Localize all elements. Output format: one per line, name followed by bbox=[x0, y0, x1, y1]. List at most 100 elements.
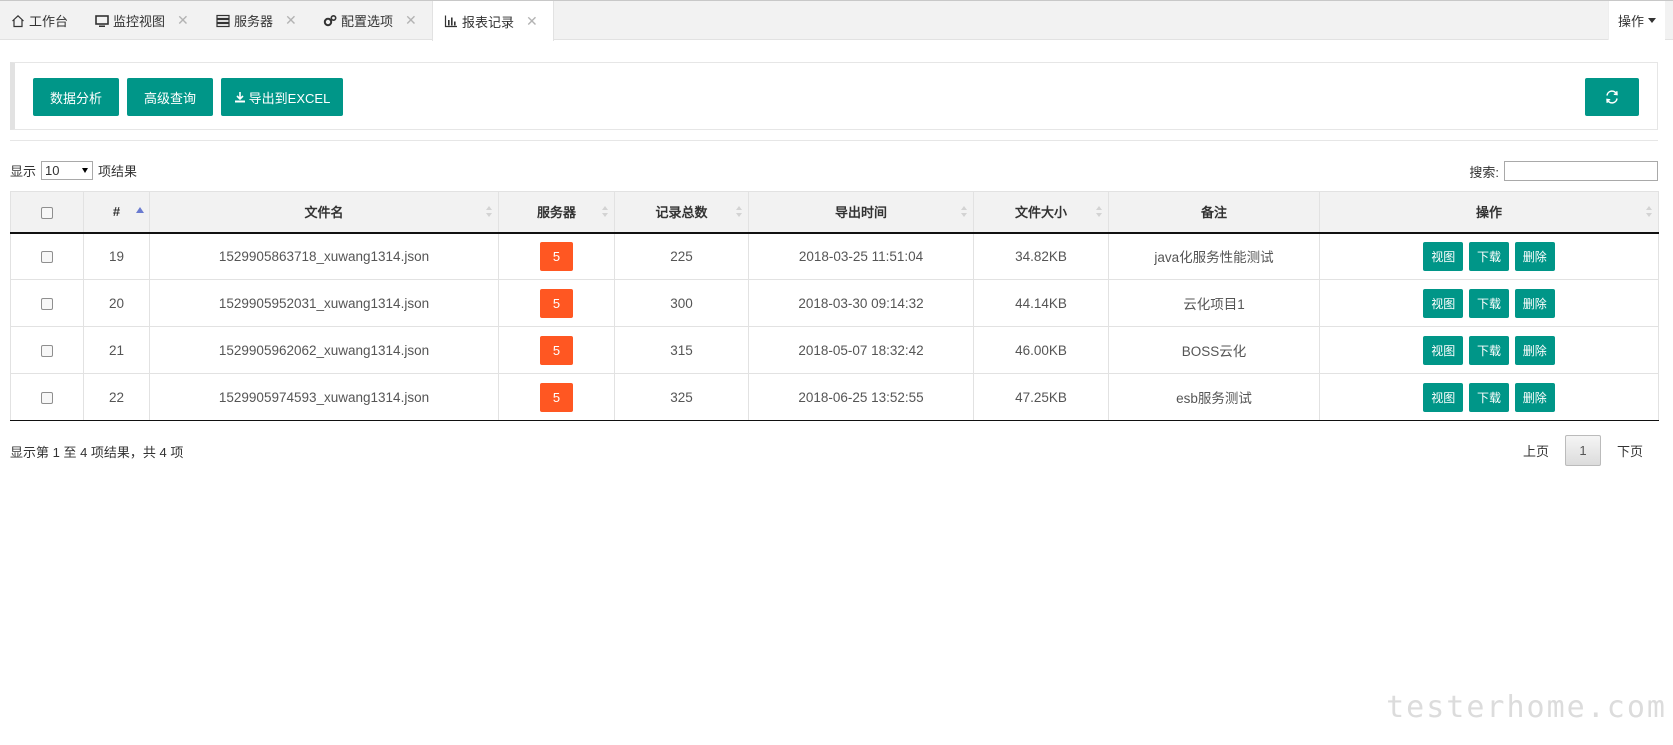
row-checkbox[interactable] bbox=[41, 251, 53, 264]
search-label: 搜索: bbox=[1469, 164, 1499, 180]
export-time-cell: 2018-06-25 13:52:55 bbox=[748, 373, 974, 421]
column-header-filename[interactable]: 文件名 bbox=[149, 191, 499, 234]
delete-button[interactable]: 删除 bbox=[1514, 382, 1555, 412]
note-cell: esb服务测试 bbox=[1108, 373, 1320, 421]
data-analysis-button[interactable]: 数据分析 bbox=[33, 78, 119, 116]
home-icon bbox=[12, 14, 24, 27]
note-cell: BOSS云化 bbox=[1108, 326, 1320, 374]
sort-icon bbox=[1646, 206, 1652, 218]
total-cell: 315 bbox=[614, 326, 749, 374]
export-time-cell: 2018-03-25 11:51:04 bbox=[748, 232, 974, 280]
export-time-cell: 2018-03-30 09:14:32 bbox=[748, 279, 974, 327]
search-input[interactable] bbox=[1504, 161, 1658, 181]
size-cell: 44.14KB bbox=[973, 279, 1109, 327]
page-length-control: 显示 10 项结果 bbox=[10, 161, 137, 180]
tab-label: 报表记录 bbox=[462, 14, 515, 30]
refresh-button[interactable] bbox=[1585, 78, 1639, 116]
download-button[interactable]: 下载 bbox=[1468, 382, 1509, 412]
export-time-cell: 2018-05-07 18:32:42 bbox=[748, 326, 974, 374]
tab-servers[interactable]: 服务器 ✕ bbox=[205, 1, 309, 40]
column-header-label: 备注 bbox=[1200, 205, 1227, 221]
view-button[interactable]: 视图 bbox=[1423, 241, 1464, 271]
row-checkbox[interactable] bbox=[41, 344, 53, 357]
delete-button[interactable]: 删除 bbox=[1514, 288, 1555, 318]
operations-menu[interactable]: 操作 bbox=[1608, 1, 1665, 40]
column-header-actions[interactable]: 操作 bbox=[1319, 191, 1659, 234]
column-header-note: 备注 bbox=[1108, 191, 1320, 234]
column-header-label: 记录总数 bbox=[655, 205, 708, 221]
download-icon bbox=[234, 92, 245, 103]
next-page-button[interactable]: 下页 bbox=[1603, 435, 1657, 466]
tab-label: 配置选项 bbox=[341, 14, 394, 29]
note-cell: java化服务性能测试 bbox=[1108, 232, 1320, 280]
tab-report-records[interactable]: 报表记录 ✕ bbox=[432, 1, 554, 41]
close-icon[interactable]: ✕ bbox=[526, 13, 538, 30]
delete-button[interactable]: 删除 bbox=[1514, 335, 1555, 365]
export-excel-button[interactable]: 导出到EXCEL bbox=[221, 78, 343, 116]
view-button[interactable]: 视图 bbox=[1423, 335, 1464, 365]
table-header-row: # 文件名 服务器 记录总数 导出时间 文件大小 备注 操作 bbox=[10, 191, 1659, 234]
divider bbox=[10, 140, 1658, 141]
tab-monitor-view[interactable]: 监控视图 ✕ bbox=[84, 1, 202, 40]
gears-icon bbox=[323, 14, 337, 26]
column-header-id[interactable]: # bbox=[83, 191, 150, 234]
column-header-export-time[interactable]: 导出时间 bbox=[748, 191, 974, 234]
column-header-label: 文件名 bbox=[304, 205, 344, 221]
total-cell: 325 bbox=[614, 373, 749, 421]
column-header-servers[interactable]: 服务器 bbox=[498, 191, 615, 234]
delete-button[interactable]: 删除 bbox=[1514, 241, 1555, 271]
report-table: # 文件名 服务器 记录总数 导出时间 文件大小 备注 操作 19 152990… bbox=[10, 191, 1659, 421]
export-excel-label: 导出到EXCEL bbox=[248, 90, 331, 106]
chevron-down-icon bbox=[82, 168, 89, 173]
select-all-header bbox=[10, 191, 84, 234]
toolbar: 数据分析 高级查询 导出到EXCEL bbox=[10, 62, 1658, 130]
server-count-badge[interactable]: 5 bbox=[540, 382, 573, 412]
table-row: 22 1529905974593_xuwang1314.json 5 325 2… bbox=[10, 373, 1659, 421]
filename-cell: 1529905952031_xuwang1314.json bbox=[149, 279, 499, 327]
server-count-badge[interactable]: 5 bbox=[540, 288, 573, 318]
servers-cell: 5 bbox=[498, 326, 615, 374]
filename-cell: 1529905962062_xuwang1314.json bbox=[149, 326, 499, 374]
tab-label: 服务器 bbox=[234, 14, 274, 29]
actions-cell: 视图 下载 删除 bbox=[1319, 373, 1659, 421]
actions-cell: 视图 下载 删除 bbox=[1319, 232, 1659, 280]
table-row: 21 1529905962062_xuwang1314.json 5 315 2… bbox=[10, 326, 1659, 374]
page-1-button[interactable]: 1 bbox=[1564, 435, 1601, 466]
select-all-checkbox[interactable] bbox=[41, 206, 53, 219]
table-row: 19 1529905863718_xuwang1314.json 5 225 2… bbox=[10, 232, 1659, 280]
server-count-badge[interactable]: 5 bbox=[540, 335, 573, 365]
advanced-query-button[interactable]: 高级查询 bbox=[127, 78, 213, 116]
prev-page-button[interactable]: 上页 bbox=[1509, 435, 1563, 466]
row-select-cell bbox=[10, 232, 84, 280]
row-checkbox[interactable] bbox=[41, 391, 53, 404]
monitor-icon bbox=[95, 14, 109, 27]
download-button[interactable]: 下载 bbox=[1468, 241, 1509, 271]
download-button[interactable]: 下载 bbox=[1468, 335, 1509, 365]
size-cell: 34.82KB bbox=[973, 232, 1109, 280]
total-cell: 225 bbox=[614, 232, 749, 280]
column-header-size[interactable]: 文件大小 bbox=[973, 191, 1109, 234]
total-cell: 300 bbox=[614, 279, 749, 327]
tab-workbench[interactable]: 工作台 bbox=[0, 1, 83, 40]
view-button[interactable]: 视图 bbox=[1423, 382, 1464, 412]
refresh-icon bbox=[1606, 90, 1618, 104]
server-count-badge[interactable]: 5 bbox=[540, 241, 573, 271]
close-icon[interactable]: ✕ bbox=[177, 12, 189, 29]
length-prefix: 显示 bbox=[10, 164, 37, 179]
filename-cell: 1529905863718_xuwang1314.json bbox=[149, 232, 499, 280]
id-cell: 22 bbox=[83, 373, 150, 421]
column-header-label: # bbox=[112, 204, 121, 220]
pagination: 上页 1 下页 bbox=[1509, 435, 1657, 466]
sort-icon bbox=[1096, 206, 1102, 218]
close-icon[interactable]: ✕ bbox=[405, 12, 417, 29]
note-cell: 云化项目1 bbox=[1108, 279, 1320, 327]
download-button[interactable]: 下载 bbox=[1468, 288, 1509, 318]
close-icon[interactable]: ✕ bbox=[285, 12, 297, 29]
column-header-total[interactable]: 记录总数 bbox=[614, 191, 749, 234]
tab-label: 工作台 bbox=[29, 14, 69, 29]
view-button[interactable]: 视图 bbox=[1423, 288, 1464, 318]
row-checkbox[interactable] bbox=[41, 297, 53, 310]
table-info: 显示第 1 至 4 项结果，共 4 项 bbox=[10, 445, 184, 460]
page-length-select[interactable]: 10 bbox=[41, 161, 94, 180]
tab-config-options[interactable]: 配置选项 ✕ bbox=[312, 1, 430, 40]
